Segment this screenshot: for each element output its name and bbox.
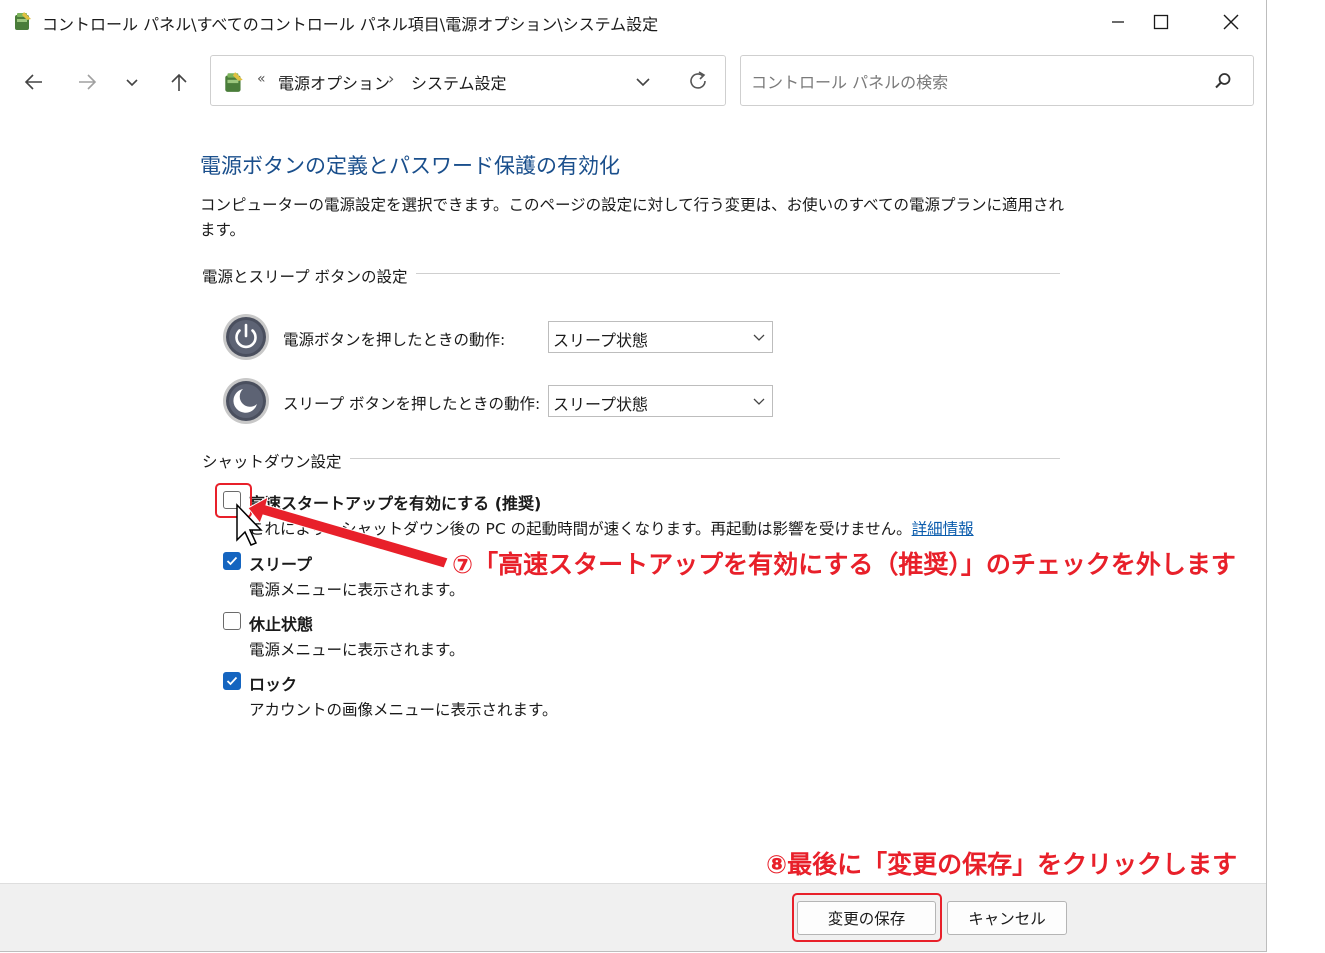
save-button-highlight-box (792, 893, 942, 942)
sleep-button-icon (223, 378, 269, 424)
breadcrumb-power-options[interactable]: 電源オプション (278, 70, 390, 94)
step7-annotation: ⑦「高速スタートアップを有効にする（推奨）」のチェックを外します (452, 550, 1236, 579)
search-box[interactable] (740, 55, 1254, 106)
search-icon[interactable] (1213, 71, 1233, 91)
shutdown-section-divider (336, 458, 1060, 459)
page-description: コンピューターの電源設定を選択できます。このページの設定に対して行う変更は、お使… (200, 196, 1064, 239)
power-button-action-select[interactable]: スリープ状態 (548, 321, 773, 353)
title-bar: コントロール パネル\すべてのコントロール パネル項目\電源オプション\システム… (0, 0, 1266, 44)
back-button[interactable] (16, 64, 52, 100)
maximize-icon (1153, 14, 1169, 30)
hibernate-checkbox[interactable] (223, 612, 241, 630)
breadcrumb-overflow[interactable]: « (257, 71, 266, 87)
fast-startup-label[interactable]: 高速スタートアップを有効にする (推奨) (249, 490, 541, 514)
more-info-link[interactable]: 詳細情報 (912, 520, 974, 538)
checkmark-icon (226, 556, 238, 566)
lock-checkbox[interactable] (223, 672, 241, 690)
close-icon (1223, 14, 1239, 30)
arrow-up-icon (171, 73, 187, 91)
search-input[interactable] (749, 66, 1193, 98)
refresh-icon[interactable] (685, 68, 711, 94)
power-section-divider (412, 273, 1060, 274)
window-title: コントロール パネル\すべてのコントロール パネル項目\電源オプション\システム… (42, 15, 659, 34)
up-button[interactable] (161, 64, 197, 100)
power-button-icon (223, 314, 269, 360)
step8-annotation: ⑧最後に「変更の保存」をクリックします (766, 850, 1238, 879)
address-dropdown-icon[interactable] (631, 70, 655, 94)
control-panel-icon (225, 72, 243, 92)
sleep-checkbox[interactable] (223, 552, 241, 570)
breadcrumb-separator[interactable]: › (388, 69, 394, 88)
chevron-down-icon (753, 398, 765, 405)
minimize-icon (1112, 21, 1124, 23)
sleep-button-action-select[interactable]: スリープ状態 (548, 385, 773, 417)
sleep-button-action-value: スリープ状態 (553, 395, 649, 414)
fast-startup-desc-text: これにより、シャットダウン後の PC の起動時間が速くなります。再起動は影響を受… (249, 520, 912, 538)
chevron-down-icon (126, 79, 138, 87)
address-bar[interactable]: « 電源オプション › システム設定 (210, 55, 726, 106)
arrow-left-icon (24, 74, 42, 90)
control-panel-app-icon (15, 12, 31, 30)
chevron-down-icon (753, 334, 765, 341)
sleep-description: 電源メニューに表示されます。 (249, 581, 465, 599)
footer-bar: 変更の保存 キャンセル (0, 884, 1266, 951)
maximize-button[interactable] (1127, 0, 1195, 44)
power-button-action-label: 電源ボタンを押したときの動作: (283, 331, 506, 349)
fast-startup-highlight-box (215, 483, 252, 518)
lock-label[interactable]: ロック (249, 671, 297, 695)
hibernate-label[interactable]: 休止状態 (249, 611, 313, 635)
fast-startup-description: これにより、シャットダウン後の PC の起動時間が速くなります。再起動は影響を受… (249, 517, 974, 539)
breadcrumb-system-settings[interactable]: システム設定 (411, 70, 507, 94)
sleep-button-action-label: スリープ ボタンを押したときの動作: (283, 395, 541, 413)
lock-description: アカウントの画像メニューに表示されます。 (249, 701, 558, 719)
page-title: 電源ボタンの定義とパスワード保護の有効化 (200, 154, 620, 178)
power-section-label: 電源とスリープ ボタンの設定 (202, 265, 416, 287)
checkmark-icon (226, 676, 238, 686)
cancel-button[interactable]: キャンセル (947, 901, 1067, 935)
power-button-action-value: スリープ状態 (553, 331, 649, 350)
forward-button[interactable] (69, 64, 105, 100)
recent-locations-button[interactable] (114, 64, 150, 100)
hibernate-description: 電源メニューに表示されます。 (249, 641, 465, 659)
control-panel-window: コントロール パネル\すべてのコントロール パネル項目\電源オプション\システム… (0, 0, 1267, 952)
arrow-right-icon (79, 74, 97, 90)
close-button[interactable] (1197, 0, 1265, 44)
shutdown-section-label: シャットダウン設定 (202, 450, 350, 472)
sleep-label[interactable]: スリープ (249, 551, 312, 575)
